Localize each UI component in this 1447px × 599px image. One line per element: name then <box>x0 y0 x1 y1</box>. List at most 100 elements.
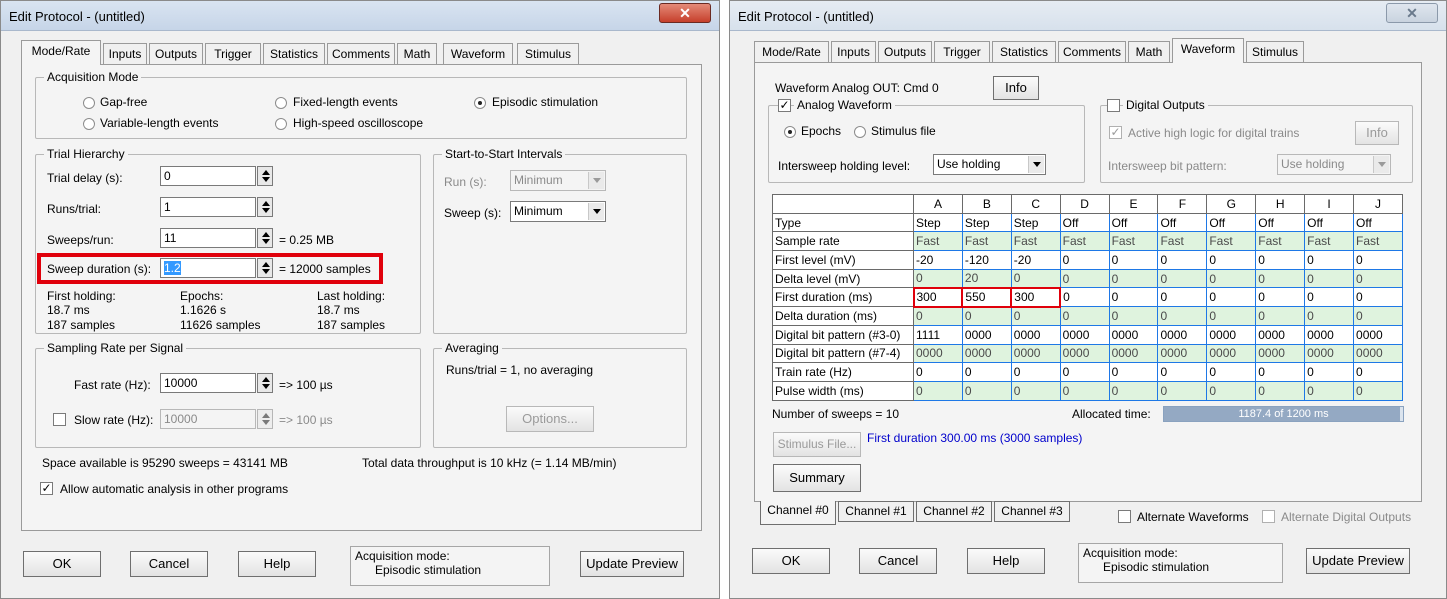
table-cell[interactable]: 0 <box>1206 287 1257 308</box>
table-cell[interactable]: 0 <box>961 306 1012 326</box>
table-cell[interactable]: Fast <box>1304 231 1355 252</box>
left-close-button[interactable]: ✕ <box>659 3 711 23</box>
table-cell[interactable]: 0 <box>1206 250 1257 270</box>
table-cell[interactable]: 0 <box>1304 380 1355 401</box>
table-cell[interactable]: 0000 <box>1108 343 1159 364</box>
fast-rate-input[interactable]: 10000 <box>160 373 256 393</box>
cancel-button[interactable]: Cancel <box>859 548 937 574</box>
table-cell[interactable]: Off <box>1059 212 1110 233</box>
table-cell[interactable]: 300 <box>1010 286 1062 308</box>
help-button[interactable]: Help <box>238 551 316 577</box>
stimulus-file-button[interactable]: Stimulus File... <box>773 432 861 457</box>
table-cell[interactable]: 0 <box>1010 268 1061 289</box>
column-header-h[interactable]: H <box>1255 194 1306 214</box>
table-cell[interactable]: Step <box>1010 212 1061 233</box>
table-cell[interactable]: 0 <box>1059 268 1110 289</box>
table-cell[interactable]: 0 <box>1255 250 1306 270</box>
runs-spinner[interactable] <box>257 197 273 217</box>
radio-high-speed[interactable] <box>275 118 287 130</box>
table-cell[interactable]: 0000 <box>1304 343 1355 364</box>
table-cell[interactable]: 0000 <box>1157 324 1208 345</box>
table-cell[interactable]: 0000 <box>1059 343 1110 364</box>
column-header-e[interactable]: E <box>1108 194 1159 214</box>
table-cell[interactable]: 550 <box>961 286 1013 308</box>
table-cell[interactable]: Off <box>1206 212 1257 233</box>
tab-inputs[interactable]: Inputs <box>103 43 147 65</box>
table-cell[interactable]: 0 <box>1353 287 1403 308</box>
update-preview-button[interactable]: Update Preview <box>580 551 684 577</box>
table-cell[interactable]: 300 <box>912 286 964 308</box>
trial-delay-input[interactable]: 0 <box>160 166 256 186</box>
table-cell[interactable]: 0 <box>913 268 963 289</box>
table-cell[interactable]: -20 <box>1010 250 1061 270</box>
column-header-d[interactable]: D <box>1059 194 1110 214</box>
alternate-waveforms-checkbox[interactable] <box>1118 510 1131 523</box>
table-cell[interactable]: 0 <box>1304 250 1355 270</box>
table-cell[interactable]: Fast <box>1206 231 1257 252</box>
sweeps-spinner[interactable] <box>257 228 273 248</box>
table-cell[interactable]: 0 <box>1059 380 1110 401</box>
table-cell[interactable]: 0000 <box>1255 343 1306 364</box>
help-button[interactable]: Help <box>967 548 1045 574</box>
tab-mode-rate[interactable]: Mode/Rate <box>21 40 101 65</box>
radio-stimulus-file[interactable] <box>854 126 866 138</box>
table-cell[interactable]: 0 <box>1206 268 1257 289</box>
table-cell[interactable]: 0000 <box>1353 343 1403 364</box>
table-cell[interactable]: 0000 <box>1108 324 1159 345</box>
table-cell[interactable]: 0 <box>1157 362 1208 382</box>
table-cell[interactable]: 0 <box>1353 362 1403 382</box>
table-cell[interactable]: Fast <box>1059 231 1110 252</box>
table-cell[interactable]: -120 <box>961 250 1012 270</box>
table-cell[interactable]: 0 <box>1059 306 1110 326</box>
table-cell[interactable]: Step <box>961 212 1012 233</box>
slow-rate-input[interactable]: 10000 <box>160 409 256 429</box>
table-cell[interactable]: 0 <box>1304 287 1355 308</box>
table-cell[interactable]: 0000 <box>1010 343 1061 364</box>
table-cell[interactable]: 0000 <box>1304 324 1355 345</box>
table-cell[interactable]: 1111 <box>913 324 963 345</box>
table-cell[interactable]: 0 <box>1255 268 1306 289</box>
table-cell[interactable]: 0 <box>1255 362 1306 382</box>
table-cell[interactable]: 0 <box>1059 250 1110 270</box>
cancel-button[interactable]: Cancel <box>130 551 208 577</box>
tab-comments[interactable]: Comments <box>1058 41 1126 63</box>
table-cell[interactable]: Fast <box>913 231 963 252</box>
table-cell[interactable]: Fast <box>1157 231 1208 252</box>
table-cell[interactable]: 0000 <box>1255 324 1306 345</box>
bit-pattern-select[interactable]: Use holding <box>1277 154 1391 175</box>
tab-trigger[interactable]: Trigger <box>934 41 990 63</box>
slow-rate-checkbox[interactable] <box>53 413 66 426</box>
table-cell[interactable]: 20 <box>961 268 1012 289</box>
summary-button[interactable]: Summary <box>773 464 861 492</box>
tab-statistics[interactable]: Statistics <box>263 43 325 65</box>
table-cell[interactable]: Off <box>1304 212 1355 233</box>
column-header-g[interactable]: G <box>1206 194 1257 214</box>
table-cell[interactable]: 0 <box>1304 362 1355 382</box>
table-cell[interactable]: Fast <box>1108 231 1159 252</box>
table-cell[interactable]: 0 <box>913 306 963 326</box>
table-cell[interactable]: Fast <box>1255 231 1306 252</box>
table-cell[interactable]: 0 <box>1157 306 1208 326</box>
table-cell[interactable]: 0 <box>1157 287 1208 308</box>
table-cell[interactable]: 0 <box>1206 380 1257 401</box>
runs-input[interactable]: 1 <box>160 197 256 217</box>
ok-button[interactable]: OK <box>752 548 830 574</box>
tab-mode-rate[interactable]: Mode/Rate <box>754 41 829 63</box>
column-header-i[interactable]: I <box>1304 194 1355 214</box>
table-cell[interactable]: Off <box>1353 212 1403 233</box>
trial-delay-spinner[interactable] <box>257 166 273 186</box>
table-cell[interactable]: 0 <box>1353 268 1403 289</box>
table-cell[interactable]: 0 <box>913 380 963 401</box>
table-cell[interactable]: 0 <box>1010 362 1061 382</box>
table-cell[interactable]: Off <box>1108 212 1159 233</box>
radio-variable-length[interactable] <box>83 118 95 130</box>
tab-outputs[interactable]: Outputs <box>149 43 203 65</box>
table-cell[interactable]: 0000 <box>1206 343 1257 364</box>
table-cell[interactable]: 0 <box>1157 268 1208 289</box>
channel-tab-3[interactable]: Channel #3 <box>994 501 1070 522</box>
radio-epochs[interactable] <box>784 126 796 138</box>
tab-stimulus[interactable]: Stimulus <box>1246 41 1304 63</box>
channel-tab-1[interactable]: Channel #1 <box>838 501 914 522</box>
tab-trigger[interactable]: Trigger <box>205 43 261 65</box>
table-cell[interactable]: 0 <box>1206 306 1257 326</box>
